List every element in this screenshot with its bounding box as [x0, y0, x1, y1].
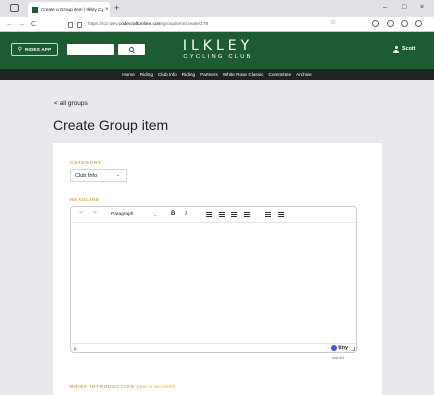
search-icon — [129, 47, 134, 52]
back-button[interactable]: ← — [6, 19, 13, 30]
category-value: Club Info — [75, 172, 98, 179]
user-name[interactable]: Scott — [402, 46, 415, 53]
downloads-icon[interactable] — [387, 20, 394, 27]
tab-title: Create a Group item | Ilkley Cy... — [41, 7, 103, 12]
site-nav: Home Riding Club Info Riding Partners Wh… — [0, 69, 434, 80]
nav-item-archive[interactable]: Archive — [296, 72, 312, 77]
window-close-button[interactable]: × — [420, 2, 424, 14]
rides-app-label: RIDES APP — [25, 47, 52, 52]
nav-item-partners[interactable]: Partners — [200, 72, 218, 77]
resize-handle-icon[interactable] — [351, 347, 355, 351]
page-title: Create Group item — [53, 117, 169, 133]
search-button[interactable] — [118, 44, 145, 55]
extensions-icon[interactable] — [415, 20, 422, 27]
tiny-brand: tiny — [338, 345, 348, 351]
pocket-icon[interactable] — [372, 20, 379, 27]
logo-subtitle[interactable]: CYCLING CLUB — [178, 54, 258, 61]
align-center-icon[interactable] — [219, 212, 225, 217]
reload-button[interactable]: C — [31, 19, 36, 30]
rich-text-editor[interactable]: ↶ ↷ Paragraph ⌄ B I p tiny — [70, 206, 357, 353]
minimize-button[interactable]: – — [383, 2, 387, 14]
url-text: https://icc-dev.codecraftonline.com/grou… — [88, 22, 208, 27]
url-path: /groupitem/create/1?8 — [161, 22, 209, 27]
maximize-button[interactable]: □ — [402, 2, 406, 14]
bold-icon[interactable]: B — [171, 210, 175, 219]
browser-tab[interactable]: Create a Group item | Ilkley Cy... × — [28, 2, 110, 17]
browser-navbar: ← → C https://icc-dev.codecraftonline.co… — [0, 17, 434, 32]
shield-icon[interactable] — [68, 21, 73, 28]
category-label: CATEGORY — [70, 160, 102, 165]
all-groups-link[interactable]: < all groups — [54, 100, 88, 107]
chevron-down-icon: ⌄ — [115, 172, 120, 178]
nav-item-committee[interactable]: Committee — [268, 72, 291, 77]
undo-icon[interactable]: ↶ — [79, 210, 84, 219]
element-path[interactable]: p — [74, 346, 77, 351]
brief-introduction-label: BRIEF INTRODUCTION (one or two lines) — [70, 384, 176, 389]
address-bar[interactable]: https://icc-dev.codecraftonline.com/grou… — [68, 20, 348, 29]
paragraph-format-select[interactable]: Paragraph ⌄ — [111, 211, 157, 219]
indent-icon[interactable] — [278, 212, 284, 217]
category-select[interactable]: Club Info ⌄ — [70, 169, 127, 182]
search-input[interactable] — [67, 44, 114, 55]
editor-toolbar: ↶ ↷ Paragraph ⌄ B I — [71, 207, 356, 223]
char-count: max 0/4 — [332, 356, 345, 360]
brief-introduction-title: BRIEF INTRODUCTION — [70, 384, 135, 389]
form-card: CATEGORY Club Info ⌄ HEADLINE ↶ ↷ Paragr… — [53, 143, 382, 395]
nav-item-riding[interactable]: Riding — [140, 72, 153, 77]
headline-label: HEADLINE — [70, 197, 100, 202]
rides-app-button[interactable]: ⚲ RIDES APP — [11, 43, 58, 56]
redo-icon[interactable]: ↷ — [92, 210, 97, 219]
tab-close-icon[interactable]: × — [105, 7, 109, 13]
favicon-icon — [32, 6, 38, 13]
browser-tab-bar: Create a Group item | Ilkley Cy... × + –… — [0, 0, 434, 17]
lock-icon[interactable] — [77, 21, 82, 28]
account-icon[interactable] — [401, 20, 408, 27]
nav-item-riding-2[interactable]: Riding — [182, 72, 195, 77]
editor-statusbar: p tiny — [71, 343, 356, 353]
logo-title[interactable]: ILKLEY — [178, 39, 258, 53]
italic-icon[interactable]: I — [185, 210, 187, 219]
forward-button[interactable]: → — [18, 19, 25, 30]
new-tab-button[interactable]: + — [114, 2, 119, 14]
nav-item-club-info[interactable]: Club Info — [158, 72, 177, 77]
editor-content-area[interactable] — [71, 223, 356, 343]
site-header: ⚲ RIDES APP ILKLEY CYCLING CLUB Scott — [0, 32, 434, 69]
brief-introduction-hint: (one or two lines) — [136, 384, 176, 389]
bookmark-star-icon[interactable]: ☆ — [330, 18, 336, 26]
tiny-logo[interactable]: tiny — [331, 345, 348, 351]
bicycle-icon: ⚲ — [17, 47, 22, 53]
user-icon[interactable] — [393, 46, 399, 53]
sidebar-toggle-icon[interactable] — [10, 4, 19, 12]
nav-item-white-rose-classic[interactable]: White Rose Classic — [223, 72, 264, 77]
chevron-down-icon: ⌄ — [153, 212, 157, 217]
url-prefix: https://icc-dev. — [88, 22, 119, 27]
tiny-mark-icon — [331, 345, 338, 351]
align-justify-icon[interactable] — [244, 212, 250, 217]
align-left-icon[interactable] — [206, 212, 212, 217]
url-domain: codecraftonline.com — [118, 22, 162, 27]
outdent-icon[interactable] — [265, 212, 271, 217]
paragraph-format-value: Paragraph — [111, 212, 134, 217]
nav-item-home[interactable]: Home — [122, 72, 135, 77]
align-right-icon[interactable] — [231, 212, 237, 217]
